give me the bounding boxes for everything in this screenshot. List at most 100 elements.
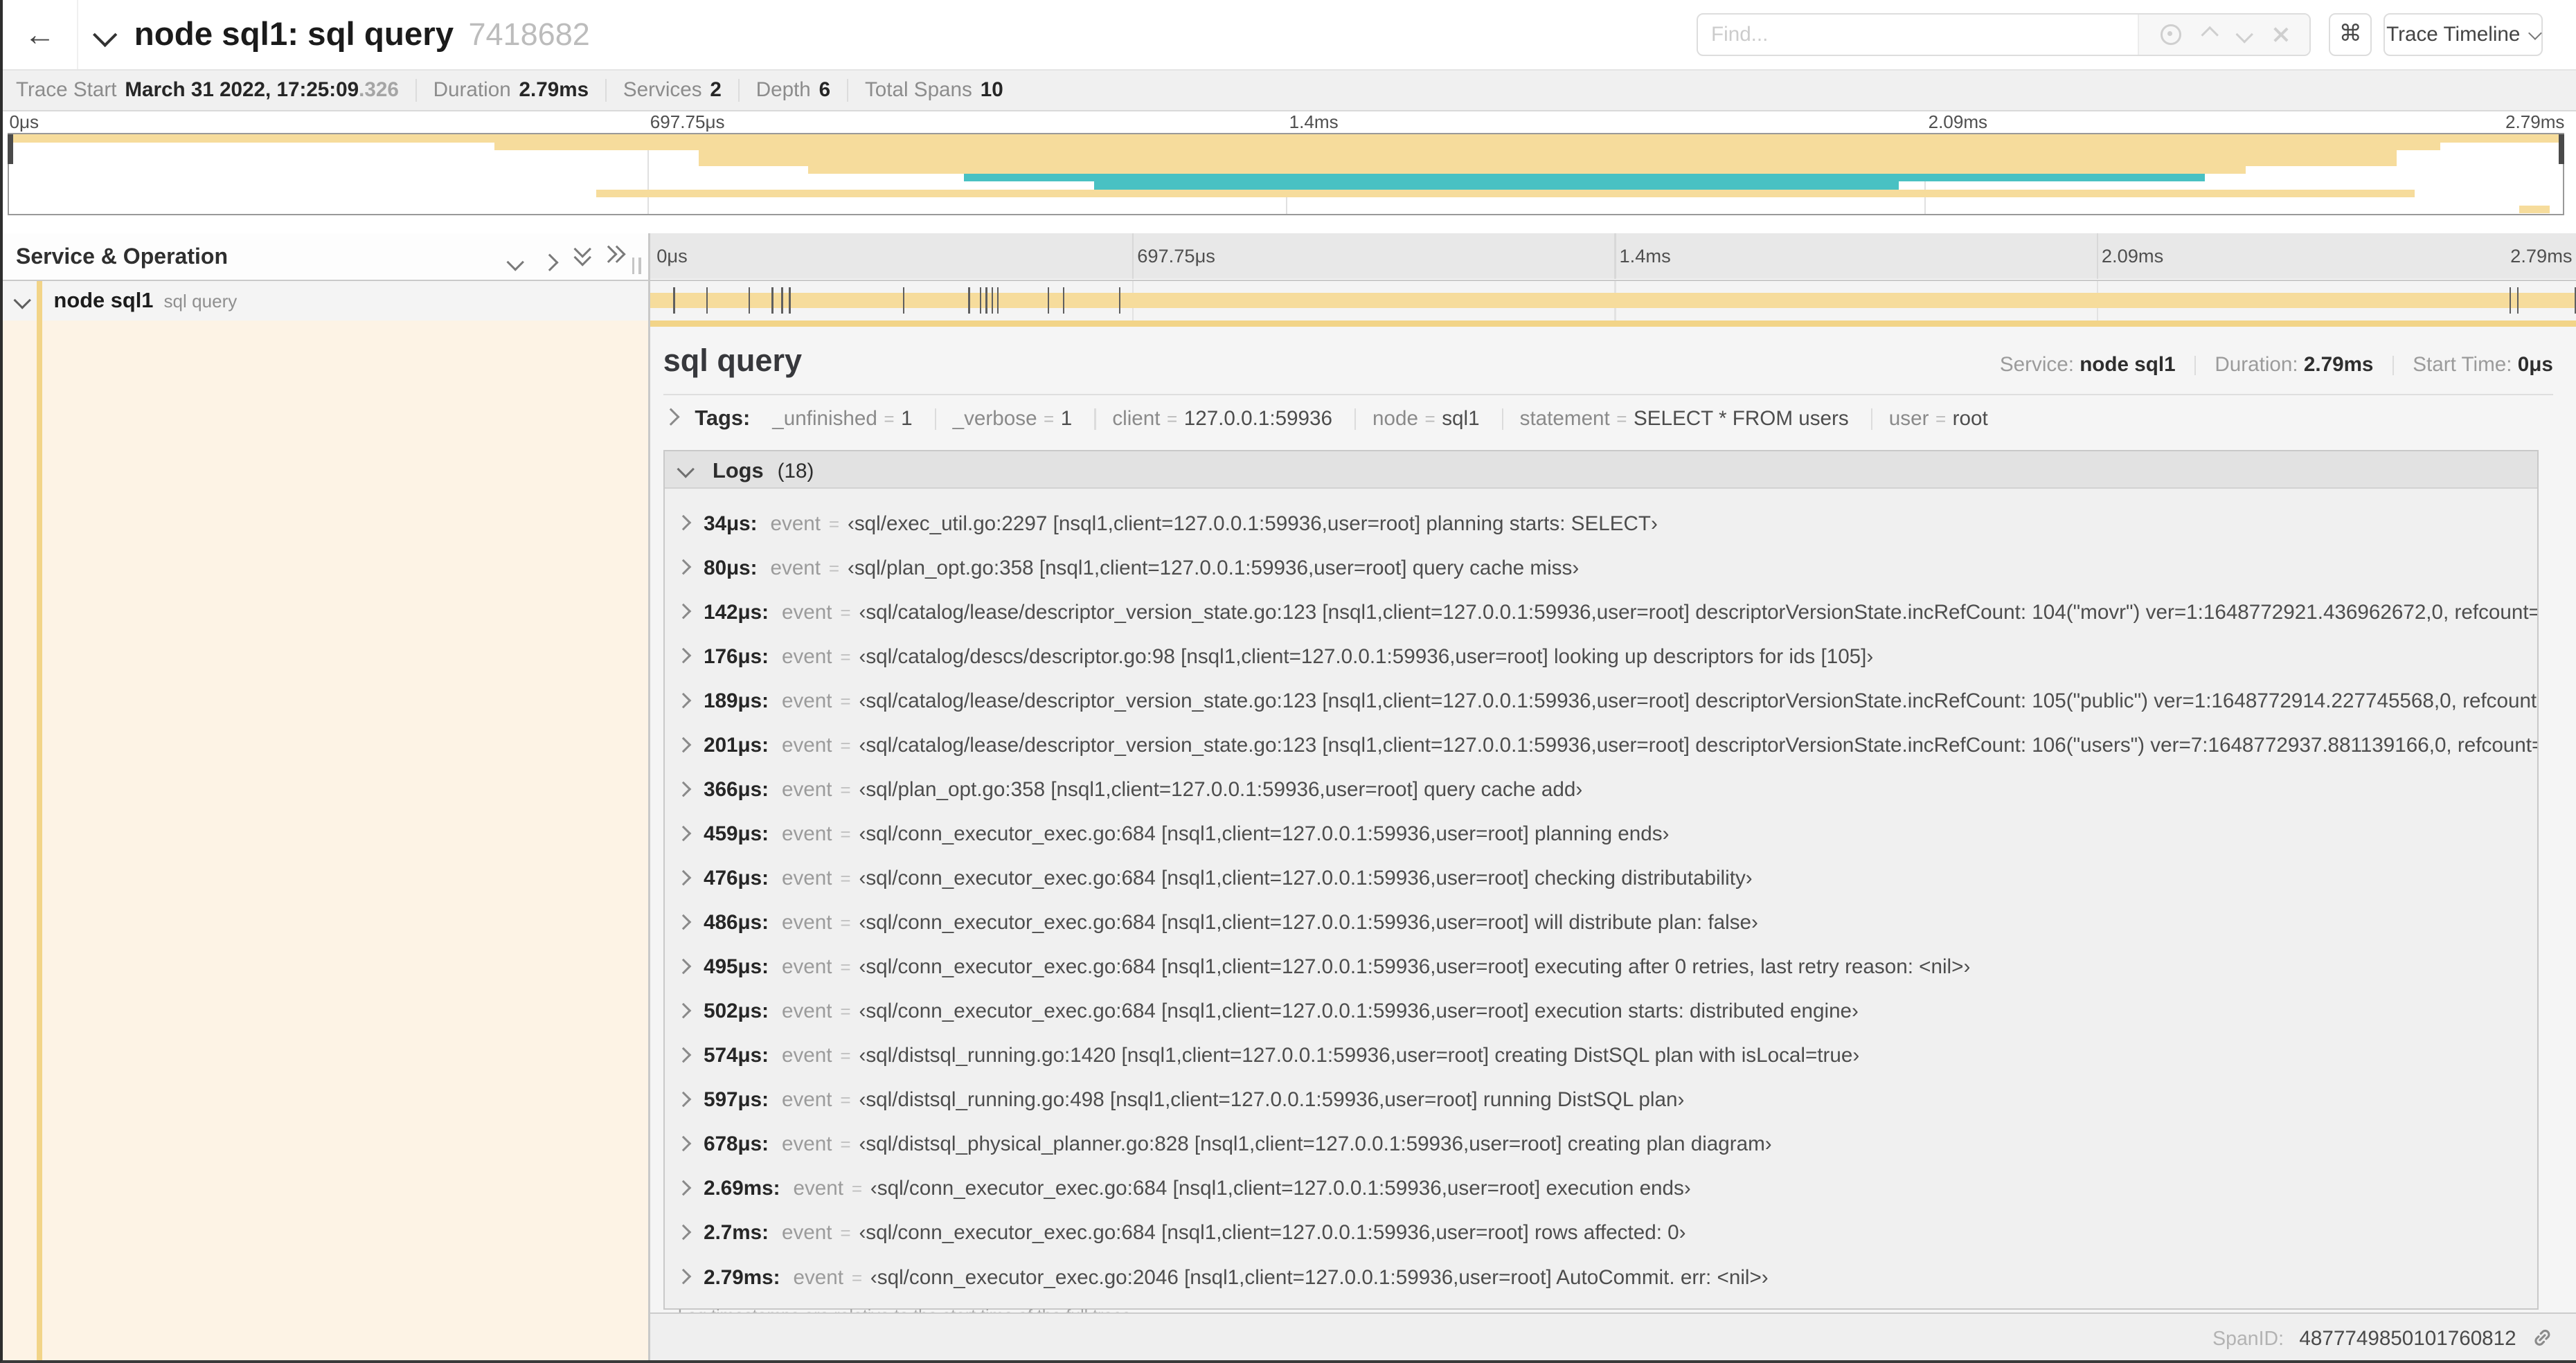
viewport-right-handle[interactable] [2558, 134, 2565, 164]
minimap-canvas[interactable] [7, 133, 2565, 215]
log-field-name: event [793, 1177, 843, 1200]
viewport-left-handle[interactable] [7, 134, 14, 164]
tag-item[interactable]: _verbose = 1 [918, 407, 1072, 431]
clear-search-icon[interactable] [2273, 27, 2287, 42]
tag-equals: = [1424, 408, 1435, 429]
log-entry[interactable]: 486μs: event = ‹sql/conn_executor_exec.go:6… [665, 901, 2537, 945]
tag-item[interactable]: statement = SELECT * FROM users [1485, 406, 1849, 431]
tag-item[interactable]: client = 127.0.0.1:59936 [1078, 407, 1332, 431]
trace-title: node sql1: sql query 7418682 [134, 0, 590, 69]
log-entry[interactable]: 597μs: event = ‹sql/distsql_running.go:498 … [665, 1078, 2537, 1122]
log-expand-chevron-icon [675, 1047, 692, 1063]
divider [2392, 355, 2394, 375]
tags-accordion[interactable]: Tags: _unfinished = 1 _verbose = 1 client = 12… [662, 405, 2553, 435]
log-expand-chevron-icon [675, 1180, 692, 1196]
tag-item[interactable]: _unfinished = 1 [772, 407, 912, 430]
log-tick-mark [748, 287, 751, 314]
log-entry[interactable]: 189μs: event = ‹sql/catalog/lease/descripto… [665, 679, 2537, 723]
tag-key: user [1888, 406, 1929, 430]
log-field-name: event [782, 644, 832, 668]
span-duration-bar[interactable] [650, 293, 2576, 308]
log-field-name: event [782, 1088, 832, 1112]
log-expand-chevron-icon [675, 648, 692, 664]
span-detail-panel: sql query Service: node sql1 Duration: 2… [650, 320, 2576, 1361]
log-tick-mark [2509, 287, 2512, 314]
log-equals: = [851, 1267, 863, 1288]
log-entry[interactable]: 142μs: event = ‹sql/catalog/lease/descripto… [665, 590, 2537, 635]
logs-header[interactable]: Logs (18) [664, 451, 2537, 489]
tag-item[interactable]: node = sql1 [1338, 406, 1480, 431]
log-expand-chevron-icon [675, 958, 692, 975]
divider [1094, 408, 1096, 431]
log-entry[interactable]: 176μs: event = ‹sql/catalog/descs/descripto… [665, 635, 2537, 679]
keyboard-shortcuts-button[interactable]: ⌘ [2329, 12, 2372, 56]
trace-collapse-chevron-icon[interactable] [92, 22, 118, 48]
log-equals: = [828, 557, 840, 579]
span-service-name: node sql1 [53, 287, 154, 312]
collapse-one-icon[interactable] [506, 246, 524, 276]
log-entry[interactable]: 366μs: event = ‹sql/plan_opt.go:358 [nsql1,… [665, 768, 2537, 812]
minimap-tick-label: 0μs [9, 111, 39, 133]
log-entry[interactable]: 2.7ms: event = ‹sql/conn_executor_exec.go:6… [665, 1211, 2537, 1255]
span-row[interactable]: node sql1 sql query [3, 280, 2576, 321]
log-field-name: event [782, 689, 832, 712]
column-divider[interactable] [648, 233, 650, 1361]
locate-match-icon[interactable] [2161, 24, 2182, 45]
service-value: node sql1 [2079, 352, 2176, 376]
log-entry[interactable]: 574μs: event = ‹sql/distsql_running.go:1420… [665, 1033, 2537, 1078]
expand-one-icon[interactable] [540, 246, 559, 276]
log-field-value: ‹sql/conn_executor_exec.go:684 [nsql1,cl… [859, 1000, 1859, 1023]
log-timestamp: 502μs: [704, 1000, 769, 1023]
view-selector-button[interactable]: Trace Timeline [2383, 12, 2543, 56]
log-entry[interactable]: 476μs: event = ‹sql/conn_executor_exec.go:6… [665, 856, 2537, 901]
log-equals: = [840, 912, 851, 934]
back-button[interactable]: ← [3, 0, 78, 69]
column-resizer-handle[interactable] [632, 258, 644, 275]
log-timestamp: 189μs: [704, 689, 769, 712]
tag-key: statement [1519, 406, 1610, 430]
log-entry[interactable]: 2.79ms: event = ‹sql/conn_executor_exec.go:… [665, 1256, 2537, 1300]
log-tick-mark [1062, 287, 1065, 314]
find-input[interactable] [1698, 14, 2138, 55]
log-entry[interactable]: 459μs: event = ‹sql/conn_executor_exec.go:6… [665, 812, 2537, 856]
tags-label: Tags: [695, 405, 751, 430]
trace-start-label: Trace Start [15, 78, 117, 102]
log-field-name: event [782, 955, 832, 979]
log-expand-chevron-icon [675, 1091, 692, 1108]
divider [1501, 408, 1503, 431]
service-label: Service: [1999, 352, 2074, 376]
collapse-all-icon[interactable] [573, 240, 592, 271]
tag-value: sql1 [1442, 406, 1480, 430]
span-collapse-chevron-icon[interactable] [13, 291, 32, 309]
log-entry[interactable]: 502μs: event = ‹sql/conn_executor_exec.go:6… [665, 989, 2537, 1033]
span-row-name-column[interactable]: node sql1 sql query [3, 280, 649, 321]
log-entry[interactable]: 201μs: event = ‹sql/catalog/lease/descripto… [665, 723, 2537, 768]
log-entry[interactable]: 34μs: event = ‹sql/exec_util.go:2297 [nsql1… [665, 502, 2537, 546]
logs-title: Logs [712, 458, 764, 482]
log-timestamp: 142μs: [704, 600, 769, 624]
log-timestamp: 486μs: [704, 911, 769, 935]
ruler-tick-label: 2.79ms [2510, 244, 2573, 267]
log-field-value: ‹sql/conn_executor_exec.go:684 [nsql1,cl… [870, 1177, 1691, 1200]
divider [415, 78, 417, 102]
minimap-span-bar [1094, 181, 1899, 190]
log-field-value: ‹sql/conn_executor_exec.go:684 [nsql1,cl… [859, 822, 1670, 846]
expand-all-icon[interactable] [600, 242, 627, 271]
log-equals: = [840, 690, 851, 712]
log-timestamp: 366μs: [704, 778, 769, 801]
command-icon: ⌘ [2338, 20, 2362, 46]
copy-link-icon[interactable] [2532, 1327, 2553, 1348]
span-row-timeline[interactable] [650, 280, 2576, 321]
tag-value: SELECT * FROM users [1633, 406, 1849, 430]
tag-equals: = [1167, 408, 1178, 429]
tag-item[interactable]: user = root [1854, 406, 1988, 431]
log-entry[interactable]: 80μs: event = ‹sql/plan_opt.go:358 [nsql1,c… [665, 546, 2537, 590]
previous-match-icon[interactable] [2201, 25, 2219, 44]
log-entry[interactable]: 495μs: event = ‹sql/conn_executor_exec.go:6… [665, 945, 2537, 989]
log-entry[interactable]: 678μs: event = ‹sql/distsql_physical_planne… [665, 1122, 2537, 1166]
next-match-icon[interactable] [2235, 25, 2254, 44]
log-field-name: event [782, 778, 832, 801]
log-entry[interactable]: 2.69ms: event = ‹sql/conn_executor_exec.go:… [665, 1166, 2537, 1211]
log-equals: = [840, 1090, 851, 1111]
log-expand-chevron-icon [675, 692, 692, 708]
